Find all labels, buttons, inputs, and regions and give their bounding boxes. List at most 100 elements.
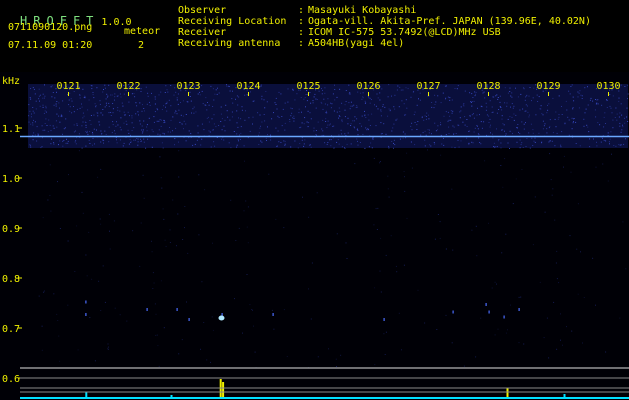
noise-speck — [194, 143, 196, 145]
noise-speck — [280, 93, 282, 95]
noise-speck — [556, 250, 558, 252]
noise-speck — [417, 289, 419, 291]
noise-speck — [98, 280, 100, 282]
noise-speck — [459, 117, 461, 119]
noise-speck — [97, 115, 99, 117]
freq-tick-label: 1.0 — [2, 174, 20, 185]
noise-speck — [519, 109, 521, 111]
noise-speck — [112, 108, 114, 110]
noise-speck — [81, 147, 83, 149]
noise-speck — [47, 131, 49, 133]
noise-speck — [49, 164, 51, 166]
noise-speck — [111, 132, 113, 134]
noise-speck — [88, 139, 90, 141]
noise-speck — [201, 281, 203, 283]
noise-speck — [570, 86, 572, 87]
noise-speck — [424, 115, 426, 117]
noise-speck — [611, 112, 613, 114]
noise-speck — [119, 314, 121, 316]
noise-speck — [571, 330, 573, 332]
noise-speck — [66, 138, 67, 140]
noise-speck — [449, 99, 451, 101]
noise-speck — [330, 107, 332, 109]
noise-speck — [50, 86, 52, 88]
noise-speck — [275, 218, 277, 220]
noise-speck — [616, 113, 618, 115]
noise-speck — [404, 114, 406, 116]
noise-speck — [388, 147, 390, 149]
noise-speck — [324, 87, 326, 89]
noise-speck — [525, 96, 526, 98]
noise-speck — [375, 105, 377, 107]
noise-speck — [492, 133, 493, 135]
noise-speck — [126, 320, 128, 322]
noise-speck — [389, 110, 391, 112]
noise-speck — [398, 106, 400, 108]
noise-speck — [42, 217, 44, 219]
noise-speck — [116, 139, 117, 141]
noise-speck — [512, 203, 514, 205]
noise-speck — [115, 125, 117, 127]
noise-speck — [160, 91, 162, 93]
noise-speck — [385, 254, 387, 256]
noise-speck — [89, 131, 91, 132]
noise-speck — [624, 138, 626, 140]
noise-speck — [201, 85, 203, 87]
noise-speck — [452, 249, 454, 251]
noise-speck — [76, 108, 78, 110]
noise-speck — [427, 129, 429, 131]
noise-speck — [321, 93, 323, 95]
noise-speck — [248, 117, 250, 119]
noise-speck — [122, 105, 124, 107]
noise-speck — [471, 93, 473, 95]
noise-speck — [400, 89, 402, 91]
noise-speck — [445, 111, 447, 113]
noise-speck — [95, 106, 97, 108]
noise-speck — [187, 252, 189, 254]
noise-speck — [209, 131, 211, 133]
noise-speck — [477, 107, 478, 109]
noise-speck — [140, 222, 142, 224]
noise-speck — [152, 131, 154, 133]
noise-speck — [341, 121, 343, 123]
noise-speck — [553, 301, 555, 303]
meteor-count: 2 — [138, 40, 145, 51]
noise-speck — [220, 106, 222, 108]
noise-speck — [404, 176, 405, 178]
noise-speck — [424, 130, 426, 132]
noise-speck — [281, 116, 283, 117]
noise-speck — [163, 105, 165, 107]
noise-speck — [231, 116, 233, 118]
noise-speck — [130, 142, 132, 143]
noise-speck — [220, 113, 222, 115]
noise-speck — [175, 110, 176, 112]
noise-speck — [376, 229, 378, 230]
noise-speck — [574, 118, 575, 119]
noise-speck — [51, 85, 53, 87]
noise-speck — [401, 100, 403, 102]
noise-speck — [100, 112, 102, 114]
noise-speck — [286, 356, 288, 357]
noise-speck — [462, 104, 464, 106]
noise-speck — [228, 86, 230, 87]
noise-speck — [38, 98, 40, 100]
noise-speck — [338, 107, 340, 109]
noise-speck — [200, 348, 201, 350]
noise-speck — [65, 118, 67, 120]
noise-speck — [560, 313, 561, 315]
noise-speck — [33, 112, 35, 114]
noise-speck — [236, 122, 238, 124]
noise-speck — [490, 132, 491, 134]
noise-speck — [496, 128, 497, 130]
noise-speck — [526, 95, 528, 97]
noise-speck — [134, 96, 136, 98]
noise-speck — [618, 116, 620, 118]
noise-speck — [530, 123, 532, 125]
noise-speck — [186, 101, 188, 103]
noise-speck — [178, 176, 180, 178]
noise-speck — [484, 97, 486, 99]
noise-speck — [341, 119, 343, 121]
noise-speck — [42, 106, 44, 108]
noise-speck — [416, 129, 418, 130]
noise-speck — [406, 107, 408, 109]
